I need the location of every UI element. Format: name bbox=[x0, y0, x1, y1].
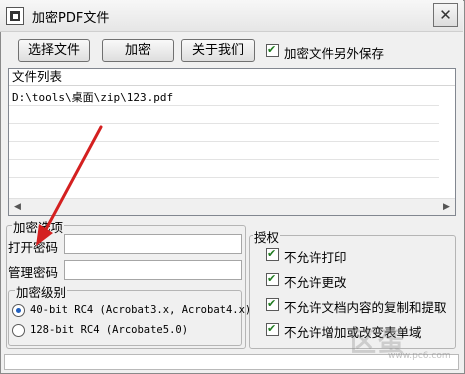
admin-password-input[interactable] bbox=[64, 260, 242, 280]
select-file-button[interactable]: 选择文件 bbox=[18, 39, 90, 62]
save-separately-label: 加密文件另外保存 bbox=[284, 46, 385, 61]
row-divider bbox=[9, 105, 439, 106]
app-icon bbox=[6, 7, 24, 25]
file-list-header: 文件列表 bbox=[9, 69, 455, 86]
no-copy-label: 不允许文档内容的复制和提取 bbox=[284, 300, 447, 315]
row-divider bbox=[9, 141, 439, 142]
no-modify-checkbox[interactable] bbox=[266, 272, 279, 286]
permissions-title: 授权 bbox=[253, 227, 281, 246]
window-title: 加密PDF文件 bbox=[32, 11, 110, 26]
level-128bit-label: 128-bit RC4 (Arcobate5.0) bbox=[30, 324, 189, 336]
save-separately-checkbox[interactable] bbox=[266, 43, 279, 57]
encrypt-options-title: 加密选项 bbox=[12, 217, 65, 236]
about-button[interactable]: 关于我们 bbox=[181, 39, 255, 62]
horizontal-scrollbar[interactable]: ◀ ▶ bbox=[9, 198, 455, 215]
open-password-label: 打开密码 bbox=[8, 240, 59, 255]
no-modify-label: 不允许更改 bbox=[284, 275, 347, 290]
watermark-url: www.pc6.com bbox=[388, 351, 451, 361]
no-copy-checkbox[interactable] bbox=[266, 297, 279, 311]
file-list[interactable]: 文件列表 D:\tools\桌面\zip\123.pdf ◀ ▶ bbox=[8, 68, 456, 216]
row-divider bbox=[9, 177, 439, 178]
level-40bit-radio[interactable] bbox=[12, 304, 25, 317]
open-password-input[interactable] bbox=[64, 234, 242, 254]
title-bar: 加密PDF文件 ✕ bbox=[0, 0, 463, 32]
admin-password-label: 管理密码 bbox=[8, 265, 59, 280]
close-button[interactable]: ✕ bbox=[433, 3, 458, 27]
level-40bit-label: 40-bit RC4 (Acrobat3.x, Acrobat4.x) bbox=[30, 304, 252, 316]
no-print-checkbox[interactable] bbox=[266, 247, 279, 261]
scroll-left-icon[interactable]: ◀ bbox=[9, 199, 26, 216]
level-128bit-radio[interactable] bbox=[12, 324, 25, 337]
row-divider bbox=[9, 123, 439, 124]
file-list-item[interactable]: D:\tools\桌面\zip\123.pdf bbox=[12, 89, 173, 105]
scroll-right-icon[interactable]: ▶ bbox=[438, 199, 455, 216]
no-form-fields-checkbox[interactable] bbox=[266, 322, 279, 336]
row-divider bbox=[9, 159, 439, 160]
encrypt-button[interactable]: 加密 bbox=[102, 39, 174, 62]
encrypt-level-title: 加密级别 bbox=[15, 282, 68, 301]
no-print-label: 不允许打印 bbox=[284, 250, 347, 265]
